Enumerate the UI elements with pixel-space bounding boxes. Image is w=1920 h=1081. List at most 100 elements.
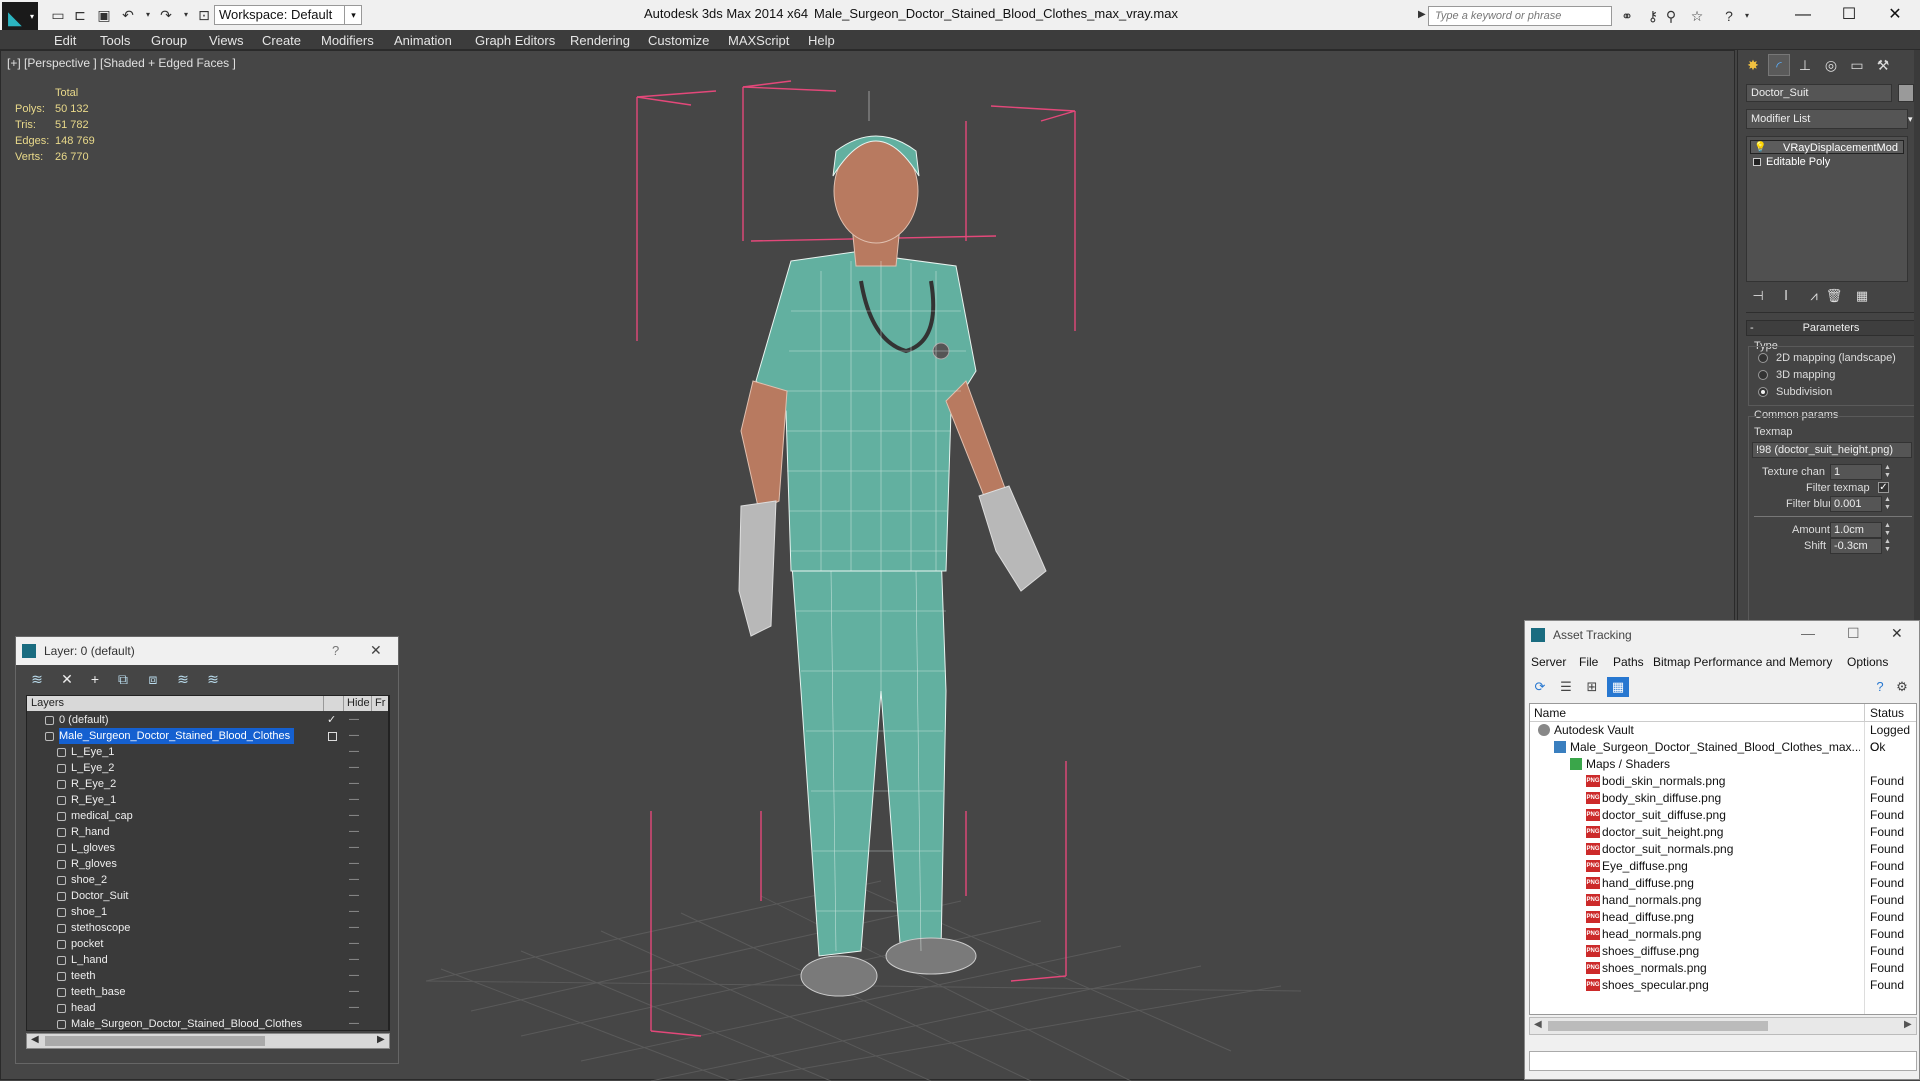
col-name[interactable]: Name: [1534, 706, 1566, 720]
hide-toggle[interactable]: —: [349, 1000, 359, 1016]
asset-row[interactable]: PNG shoes_normals.png Found: [1530, 960, 1916, 977]
asset-row[interactable]: PNG hand_diffuse.png Found: [1530, 875, 1916, 892]
col-freeze[interactable]: Fr: [375, 697, 385, 709]
binoculars-icon[interactable]: ⚭: [1616, 6, 1638, 26]
texture-chan-spinner-icon[interactable]: ▲ ▼: [1884, 464, 1892, 480]
hide-toggle[interactable]: —: [349, 728, 359, 744]
hide-toggle[interactable]: —: [349, 792, 359, 808]
shift-field[interactable]: -0.3cm: [1830, 538, 1882, 554]
minimize-dialog-icon[interactable]: —: [1801, 625, 1815, 641]
project-folder-icon[interactable]: ⊡: [194, 6, 214, 24]
hide-toggle[interactable]: —: [349, 776, 359, 792]
layer-object-row[interactable]: pocket —: [27, 936, 389, 952]
asset-menu-paths[interactable]: Paths: [1613, 655, 1644, 669]
menu-views[interactable]: Views: [209, 33, 243, 48]
stack-item-editable-poly[interactable]: Editable Poly: [1750, 155, 1904, 169]
asset-row[interactable]: PNG Eye_diffuse.png Found: [1530, 858, 1916, 875]
layer-object-row[interactable]: shoe_2 —: [27, 872, 389, 888]
asset-menu-options[interactable]: Options: [1847, 655, 1888, 669]
layer-row[interactable]: 0 (default) — ✓: [27, 712, 389, 728]
maximize-window-icon[interactable]: ☐: [1826, 2, 1872, 28]
scroll-right-icon[interactable]: ▶: [1904, 1019, 1912, 1030]
menu-rendering[interactable]: Rendering: [570, 33, 630, 48]
asset-menu-server[interactable]: Server: [1531, 655, 1566, 669]
texmap-button[interactable]: !98 (doctor_suit_height.png): [1752, 442, 1912, 458]
modify-tab-icon[interactable]: ◜: [1768, 54, 1790, 76]
layer-object-row[interactable]: R_hand —: [27, 824, 389, 840]
hide-toggle[interactable]: —: [349, 888, 359, 904]
utilities-tab-icon[interactable]: ⚒: [1872, 54, 1894, 76]
asset-row[interactable]: PNG doctor_suit_height.png Found: [1530, 824, 1916, 841]
close-window-icon[interactable]: ✕: [1872, 2, 1918, 28]
scroll-thumb[interactable]: [45, 1036, 265, 1046]
shift-spinner-icon[interactable]: ▲ ▼: [1884, 538, 1892, 554]
layer-object-row[interactable]: R_Eye_2 —: [27, 776, 389, 792]
hide-toggle[interactable]: —: [349, 840, 359, 856]
scroll-thumb[interactable]: [1548, 1021, 1768, 1031]
asset-help-icon[interactable]: ?: [1869, 677, 1891, 697]
asset-row[interactable]: Male_Surgeon_Doctor_Stained_Blood_Clothe…: [1530, 739, 1916, 756]
asset-row[interactable]: PNG doctor_suit_diffuse.png Found: [1530, 807, 1916, 824]
asset-row[interactable]: PNG doctor_suit_normals.png Found: [1530, 841, 1916, 858]
menu-animation[interactable]: Animation: [394, 33, 452, 48]
asset-options-icon[interactable]: ⚙: [1891, 677, 1913, 697]
layer-object-row[interactable]: teeth —: [27, 968, 389, 984]
layer-object-row[interactable]: medical_cap —: [27, 808, 389, 824]
hide-toggle[interactable]: —: [349, 856, 359, 872]
close-dialog-icon[interactable]: ✕: [370, 642, 382, 659]
layer-object-row[interactable]: L_gloves —: [27, 840, 389, 856]
create-tab-icon[interactable]: ✸: [1742, 54, 1764, 76]
layer-object-row[interactable]: Doctor_Suit —: [27, 888, 389, 904]
scroll-left-icon[interactable]: ◀: [1534, 1019, 1542, 1030]
hide-toggle[interactable]: —: [349, 920, 359, 936]
menu-tools[interactable]: Tools: [100, 33, 130, 48]
scroll-left-icon[interactable]: ◀: [31, 1034, 39, 1045]
layer-object-row[interactable]: R_Eye_1 —: [27, 792, 389, 808]
maximize-dialog-icon[interactable]: ☐: [1847, 625, 1860, 642]
highlight-layer-icon[interactable]: ⧈: [142, 669, 164, 689]
layer-row[interactable]: Male_Surgeon_Doctor_Stained_Blood_Clothe…: [27, 728, 389, 744]
help-dropdown-icon[interactable]: ▾: [1736, 6, 1758, 26]
hide-all-layers-icon[interactable]: ≋: [172, 669, 194, 689]
asset-row[interactable]: Maps / Shaders: [1530, 756, 1916, 773]
layer-horizontal-scrollbar[interactable]: ◀ ▶: [26, 1033, 390, 1049]
parameters-rollout-header[interactable]: - Parameters: [1746, 320, 1916, 336]
col-hide[interactable]: Hide: [347, 697, 370, 709]
hide-toggle[interactable]: —: [349, 808, 359, 824]
table-view-icon[interactable]: ▦: [1607, 677, 1629, 697]
asset-row[interactable]: PNG head_normals.png Found: [1530, 926, 1916, 943]
object-name-field[interactable]: Doctor_Suit: [1746, 84, 1892, 102]
new-file-icon[interactable]: ▭: [48, 6, 68, 24]
hide-toggle[interactable]: —: [349, 984, 359, 1000]
radio-subdivision[interactable]: [1758, 387, 1768, 397]
asset-row[interactable]: Autodesk Vault Logged O: [1530, 722, 1916, 754]
asset-row[interactable]: PNG bodi_skin_normals.png Found: [1530, 773, 1916, 790]
asset-dialog-titlebar[interactable]: Asset Tracking — ☐ ✕: [1525, 621, 1919, 649]
col-layers[interactable]: Layers: [31, 697, 64, 709]
open-file-icon[interactable]: ⊏: [70, 6, 90, 24]
col-status[interactable]: Status: [1870, 706, 1904, 720]
hide-toggle[interactable]: —: [349, 712, 359, 728]
search-input[interactable]: Type a keyword or phrase: [1428, 6, 1612, 26]
refresh-icon[interactable]: ⟳: [1529, 677, 1551, 697]
display-tab-icon[interactable]: ▭: [1846, 54, 1868, 76]
menu-customize[interactable]: Customize: [648, 33, 709, 48]
workspace-dropdown-arrow-icon[interactable]: ▾: [344, 5, 362, 25]
lightbulb-icon[interactable]: 💡: [1754, 141, 1766, 155]
hide-toggle[interactable]: —: [349, 936, 359, 952]
add-to-layer-icon[interactable]: +: [84, 669, 106, 689]
filter-blur-spinner-icon[interactable]: ▲ ▼: [1884, 496, 1892, 512]
asset-row[interactable]: PNG shoes_specular.png Found: [1530, 977, 1916, 994]
new-layer-icon[interactable]: ≋: [26, 669, 48, 689]
make-unique-icon[interactable]: ⩘: [1804, 288, 1824, 306]
scroll-right-icon[interactable]: ▶: [377, 1034, 385, 1045]
favorites-star-icon[interactable]: ☆: [1686, 6, 1708, 26]
modifier-list-dropdown[interactable]: Modifier List: [1746, 109, 1908, 129]
redo-icon[interactable]: ↷: [156, 6, 176, 24]
layer-object-row[interactable]: L_hand —: [27, 952, 389, 968]
list-view-icon[interactable]: ☰: [1555, 677, 1577, 697]
workspace-dropdown[interactable]: Workspace: Default: [214, 5, 362, 25]
radio-2d-mapping[interactable]: [1758, 353, 1768, 363]
configure-modifier-sets-icon[interactable]: ▦: [1852, 288, 1872, 306]
filter-texmap-checkbox[interactable]: ✓: [1878, 482, 1889, 493]
